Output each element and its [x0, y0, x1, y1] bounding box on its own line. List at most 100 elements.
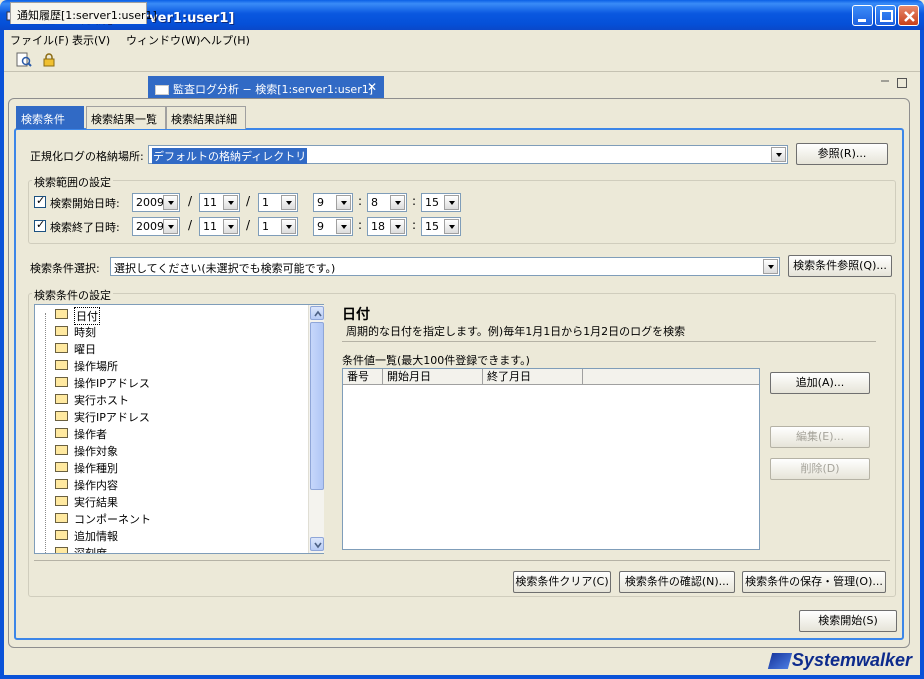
chevron-down-icon[interactable] — [336, 195, 351, 210]
tree-item-label: 操作対象 — [74, 445, 118, 458]
end-month-value: 11 — [203, 220, 217, 233]
tab-notification-history[interactable]: 通知履歴[1:server1:user1] — [10, 2, 157, 24]
lock-icon[interactable] — [41, 52, 57, 68]
storage-value: デフォルトの格納ディレクトリ — [152, 148, 308, 164]
storage-browse-button[interactable]: 参照(R)... — [796, 143, 888, 165]
end-day-select[interactable]: 1 — [258, 217, 298, 236]
chevron-down-icon[interactable] — [444, 219, 459, 234]
folder-icon — [55, 496, 68, 506]
edit-button[interactable]: 編集(E)... — [770, 426, 870, 448]
tree-item-label: 操作内容 — [74, 479, 118, 492]
tree-item-label: 実行IPアドレス — [74, 411, 150, 424]
scroll-up-icon[interactable] — [310, 306, 324, 320]
tab-audit-search[interactable]: 監査ログ分析 − 検索[1:server1:user1] ✕ — [148, 76, 384, 98]
delete-button[interactable]: 削除(D) — [770, 458, 870, 480]
tree-item-label: 時刻 — [74, 326, 96, 339]
tree-item-label: 操作IPアドレス — [74, 377, 150, 390]
tab-close-icon[interactable]: ✕ — [367, 80, 377, 94]
scroll-down-icon[interactable] — [310, 537, 324, 551]
clear-conditions-button[interactable]: 検索条件クリア(C) — [513, 571, 611, 593]
close-button[interactable] — [898, 5, 919, 26]
menu-bar: ファイル(F) 表示(V) ウィンドウ(W) ヘルプ(H) — [4, 30, 920, 48]
tab-search-conditions[interactable]: 検索条件 — [16, 106, 84, 129]
start-hour-select[interactable]: 9 — [313, 193, 353, 212]
search-doc-icon[interactable] — [16, 52, 32, 68]
tree-scrollbar[interactable] — [308, 305, 324, 553]
confirm-conditions-button[interactable]: 検索条件の確認(N)... — [619, 571, 735, 593]
add-button[interactable]: 追加(A)... — [770, 372, 870, 394]
condition-value-table[interactable]: 番号 開始月日 終了月日 — [342, 368, 760, 550]
tab-audit-search-icon — [155, 85, 169, 95]
end-month-select[interactable]: 11 — [199, 217, 240, 236]
chevron-down-icon[interactable] — [771, 147, 786, 162]
detail-title: 日付 — [342, 307, 370, 323]
condition-select[interactable]: 選択してください(未選択でも検索可能です。) — [110, 257, 780, 276]
tree-item-label: 操作場所 — [74, 360, 118, 373]
start-hour-value: 9 — [317, 196, 324, 209]
condition-select-value: 選択してください(未選択でも検索可能です。) — [114, 262, 336, 275]
save-conditions-button[interactable]: 検索条件の保存・管理(O)... — [742, 571, 886, 593]
chevron-down-icon[interactable] — [163, 195, 178, 210]
folder-icon — [55, 513, 68, 523]
minimize-button[interactable] — [852, 5, 873, 26]
chevron-down-icon[interactable] — [390, 195, 405, 210]
view-maximize-icon[interactable] — [897, 78, 907, 88]
chevron-down-icon[interactable] — [281, 219, 296, 234]
storage-label: 正規化ログの格納場所: — [30, 150, 144, 163]
scroll-thumb[interactable] — [310, 322, 324, 490]
detail-description: 周期的な日付を指定します。例)毎年1月1日から1月2日のログを検索 — [346, 325, 686, 338]
chevron-down-icon[interactable] — [281, 195, 296, 210]
maximize-button[interactable] — [875, 5, 896, 26]
folder-icon — [55, 343, 68, 353]
column-header-end[interactable]: 終了月日 — [483, 369, 583, 385]
start-search-button[interactable]: 検索開始(S) — [799, 610, 897, 632]
window-frame-left — [0, 30, 4, 679]
chevron-down-icon[interactable] — [390, 219, 405, 234]
time-separator: : — [412, 218, 417, 232]
folder-icon — [55, 530, 68, 540]
column-header-number[interactable]: 番号 — [343, 369, 383, 385]
chevron-down-icon[interactable] — [223, 219, 238, 234]
tree-item-label: 操作者 — [74, 428, 107, 441]
chevron-down-icon[interactable] — [444, 195, 459, 210]
folder-icon — [55, 445, 68, 455]
menu-help[interactable]: ヘルプ(H) — [200, 32, 250, 48]
end-second-select[interactable]: 15 — [421, 217, 461, 236]
start-year-value: 2009 — [136, 196, 164, 209]
chevron-down-icon[interactable] — [163, 219, 178, 234]
action-divider — [34, 560, 890, 561]
end-date-checkbox[interactable] — [34, 218, 46, 232]
folder-icon — [55, 462, 68, 472]
chevron-down-icon[interactable] — [336, 219, 351, 234]
end-year-select[interactable]: 2009 — [132, 217, 180, 236]
tab-search-results-list[interactable]: 検索結果一覧 — [86, 106, 166, 129]
menu-view[interactable]: 表示(V) — [72, 32, 110, 48]
end-minute-select[interactable]: 18 — [367, 217, 407, 236]
start-day-select[interactable]: 1 — [258, 193, 298, 212]
end-hour-select[interactable]: 9 — [313, 217, 353, 236]
end-second-value: 15 — [425, 220, 439, 233]
range-group-title: 検索範囲の設定 — [32, 174, 113, 190]
menu-window[interactable]: ウィンドウ(W) — [126, 32, 200, 48]
start-minute-select[interactable]: 8 — [367, 193, 407, 212]
condition-tree[interactable]: 日付 時刻 曜日 操作場所 操作IPアドレス 実行ホスト 実行IPアドレス 操作… — [34, 304, 324, 554]
logo-mark-icon — [767, 653, 793, 670]
chevron-down-icon[interactable] — [223, 195, 238, 210]
start-month-select[interactable]: 11 — [199, 193, 240, 212]
folder-icon — [55, 377, 68, 387]
start-month-value: 11 — [203, 196, 217, 209]
menu-file[interactable]: ファイル(F) — [10, 32, 69, 48]
condition-browse-button[interactable]: 検索条件参照(Q)... — [788, 255, 892, 277]
time-separator: : — [358, 218, 363, 232]
view-minimize-icon[interactable] — [880, 78, 890, 88]
detail-divider — [342, 341, 876, 342]
start-year-select[interactable]: 2009 — [132, 193, 180, 212]
tab-search-results-detail[interactable]: 検索結果詳細 — [166, 106, 246, 129]
chevron-down-icon[interactable] — [763, 259, 778, 274]
column-header-start[interactable]: 開始月日 — [383, 369, 483, 385]
time-separator: : — [358, 194, 363, 208]
start-second-select[interactable]: 15 — [421, 193, 461, 212]
folder-icon — [55, 394, 68, 404]
storage-select[interactable]: デフォルトの格納ディレクトリ — [148, 145, 788, 164]
start-date-checkbox[interactable] — [34, 194, 46, 208]
